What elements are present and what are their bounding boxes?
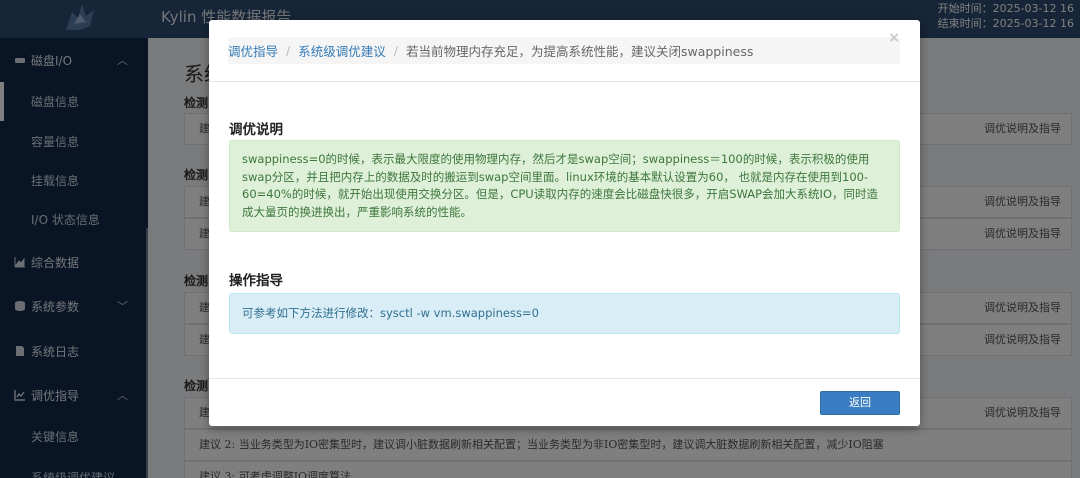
guide-alert: 可参考如下方法进行修改：sysctl -w vm.swappiness=0 [229, 293, 900, 334]
modal-footer: 返回 [209, 378, 920, 426]
breadcrumb-tuning-guide[interactable]: 调优指导 [228, 41, 278, 60]
breadcrumb-system-tuning[interactable]: 系统级调优建议 [298, 41, 386, 60]
breadcrumb-current: 若当前物理内存充足，为提高系统性能，建议关闭swappiness [405, 44, 754, 59]
guide-title: 操作指导 [229, 273, 283, 289]
breadcrumb-separator: / [286, 43, 291, 58]
explain-title: 调优说明 [229, 122, 283, 138]
close-icon[interactable]: × [888, 30, 900, 46]
tuning-detail-modal: 调优指导 / 系统级调优建议 / 若当前物理内存充足，为提高系统性能，建议关闭s… [209, 20, 920, 426]
explain-alert: swappiness=0的时候，表示最大限度的使用物理内存，然后才是swap空间… [229, 140, 900, 232]
breadcrumb: 调优指导 / 系统级调优建议 / 若当前物理内存充足，为提高系统性能，建议关闭s… [228, 37, 900, 64]
back-button[interactable]: 返回 [820, 391, 900, 415]
modal-header: 调优指导 / 系统级调优建议 / 若当前物理内存充足，为提高系统性能，建议关闭s… [209, 20, 920, 82]
breadcrumb-separator: / [393, 43, 398, 58]
